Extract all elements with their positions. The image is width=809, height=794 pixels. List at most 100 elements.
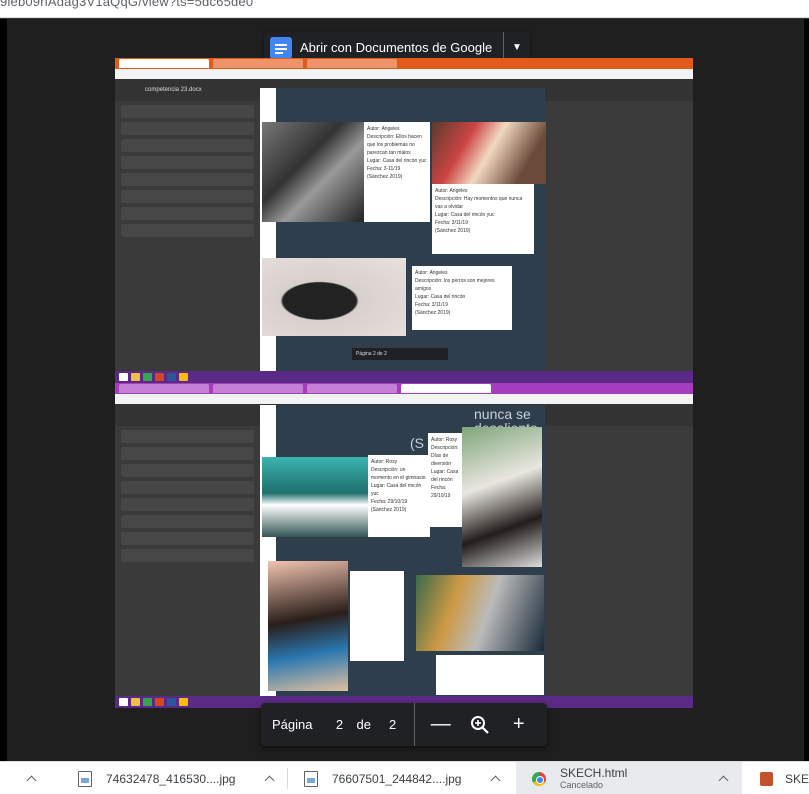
- page-pager: Página 2 de 2 — +: [261, 703, 547, 746]
- embedded-addressbar: [115, 394, 693, 404]
- minus-icon: —: [430, 713, 451, 735]
- download-item-2[interactable]: 76607501_244842....jpg: [288, 762, 514, 794]
- pager-separator: [414, 703, 416, 746]
- embedded-tab: [119, 59, 209, 68]
- download-expand-button[interactable]: [26, 762, 50, 794]
- embedded-drive-sidebar: [115, 426, 260, 696]
- zoom-out-button[interactable]: —: [421, 703, 460, 746]
- total-pages: 2: [388, 717, 397, 732]
- caption-card: [350, 571, 404, 661]
- taskbar-icon: [119, 373, 128, 381]
- embedded-tabstrip: [115, 383, 693, 394]
- chevron-down-icon[interactable]: ▼: [504, 42, 530, 53]
- embedded-screenshot-2: nunca se desaliente (S Autor: Rosy Descr…: [115, 383, 693, 708]
- embedded-drive-sidebar: [115, 101, 260, 371]
- overlay-letter: (S: [410, 435, 424, 451]
- sketch-file-icon: [760, 771, 773, 786]
- magnifier-plus-icon: [470, 715, 489, 734]
- download-filename: 76607501_244842....jpg: [332, 771, 462, 786]
- sidebar-row: [121, 207, 254, 220]
- sidebar-row: [121, 173, 254, 186]
- google-docs-icon: [270, 36, 292, 59]
- image-file-icon: [304, 770, 318, 787]
- url-text: 9leb09rlAdag3V1aQqG/view?ts=5dc65de0: [0, 0, 254, 9]
- caption-card: Autor: Angeles Descripción: los perros s…: [412, 266, 512, 330]
- download-item-4[interactable]: SKE: [744, 762, 809, 794]
- taskbar-icon: [155, 698, 164, 706]
- embedded-right-panel: [543, 426, 693, 696]
- embedded-addressbar: [115, 69, 693, 79]
- embedded-tab: [401, 384, 491, 393]
- sidebar-row: [121, 122, 254, 135]
- chevron-up-icon[interactable]: [490, 773, 502, 785]
- photo-puppy: [262, 258, 406, 336]
- photo-family: [416, 575, 544, 651]
- photo-selfie: [462, 427, 542, 567]
- download-item-3[interactable]: SKECH.html Cancelado: [516, 762, 742, 794]
- sidebar-row: [121, 105, 254, 118]
- chevron-up-icon[interactable]: [264, 773, 276, 785]
- caption-card: [436, 655, 544, 695]
- embedded-doc-title: competencia 23.docx: [145, 87, 202, 93]
- download-filename: 74632478_416530....jpg: [106, 771, 236, 786]
- plus-icon: +: [512, 713, 525, 735]
- url-strip: 9leb09rlAdag3V1aQqG/view?ts=5dc65de0: [0, 0, 809, 18]
- photo-school-group: [262, 457, 368, 537]
- caption-card: Autor: Rosy Descripción: un momento en e…: [368, 455, 430, 537]
- taskbar-icon: [167, 698, 176, 706]
- taskbar-icon: [131, 698, 140, 706]
- chevron-up-icon: [26, 773, 38, 785]
- embedded-taskbar: [115, 371, 693, 383]
- taskbar-icon: [179, 373, 188, 381]
- sidebar-row: [121, 498, 254, 511]
- sidebar-row: [121, 464, 254, 477]
- taskbar-icon: [131, 373, 140, 381]
- caption-card: Autor: Angeles Descripción: Hay momentos…: [432, 184, 534, 254]
- chrome-icon: [532, 771, 546, 786]
- download-filename: SKECH.html: [560, 766, 628, 780]
- sidebar-row: [121, 190, 254, 203]
- photo-dogs-collage: [262, 122, 364, 222]
- embedded-tabstrip: [115, 58, 693, 69]
- download-filename: SKE: [784, 771, 809, 786]
- chevron-up-icon[interactable]: [718, 773, 730, 785]
- taskbar-icon: [119, 698, 128, 706]
- sidebar-row: [121, 139, 254, 152]
- sidebar-row: [121, 532, 254, 545]
- zoom-button[interactable]: [460, 703, 499, 746]
- embedded-doc-page: Autor: Angeles Descripción: Ellos hacen …: [260, 88, 546, 371]
- caption-card: Autor: Rosy Descripción: Días de diversi…: [428, 433, 462, 527]
- download-item-1[interactable]: 74632478_416530....jpg: [62, 762, 288, 794]
- sidebar-row: [121, 515, 254, 528]
- page-of-label: de: [356, 717, 371, 732]
- current-page-input[interactable]: 2: [328, 717, 350, 732]
- download-info: SKECH.html Cancelado: [560, 766, 710, 791]
- embedded-tab: [213, 384, 303, 393]
- embedded-screenshot-1: competencia 23.docx Autor: Angeles Descr…: [115, 58, 693, 383]
- taskbar-icon: [179, 698, 188, 706]
- embedded-mini-pager: Página 2 de 2: [352, 348, 448, 360]
- sidebar-row: [121, 549, 254, 562]
- embedded-tab: [307, 384, 397, 393]
- photo-couple: [268, 561, 348, 691]
- photo-group: [432, 122, 546, 184]
- taskbar-icon: [155, 373, 164, 381]
- sidebar-row: [121, 156, 254, 169]
- image-file-icon: [78, 770, 92, 787]
- embedded-right-panel: [543, 101, 693, 371]
- downloads-bar: 74632478_416530....jpg 76607501_244842..…: [0, 761, 809, 794]
- taskbar-icon: [143, 698, 152, 706]
- page-label: Página: [272, 717, 313, 732]
- embedded-tab: [213, 59, 303, 68]
- zoom-in-button[interactable]: +: [499, 703, 538, 746]
- sidebar-row: [121, 430, 254, 443]
- sidebar-row: [121, 447, 254, 460]
- taskbar-icon: [143, 373, 152, 381]
- embedded-doc-page: nunca se desaliente (S Autor: Rosy Descr…: [260, 405, 545, 696]
- sidebar-row: [121, 224, 254, 237]
- caption-card: Autor: Angeles Descripción: Ellos hacen …: [364, 122, 430, 222]
- embedded-tab: [119, 384, 209, 393]
- download-status: Cancelado: [560, 780, 604, 790]
- taskbar-icon: [167, 373, 176, 381]
- embedded-tab: [307, 59, 397, 68]
